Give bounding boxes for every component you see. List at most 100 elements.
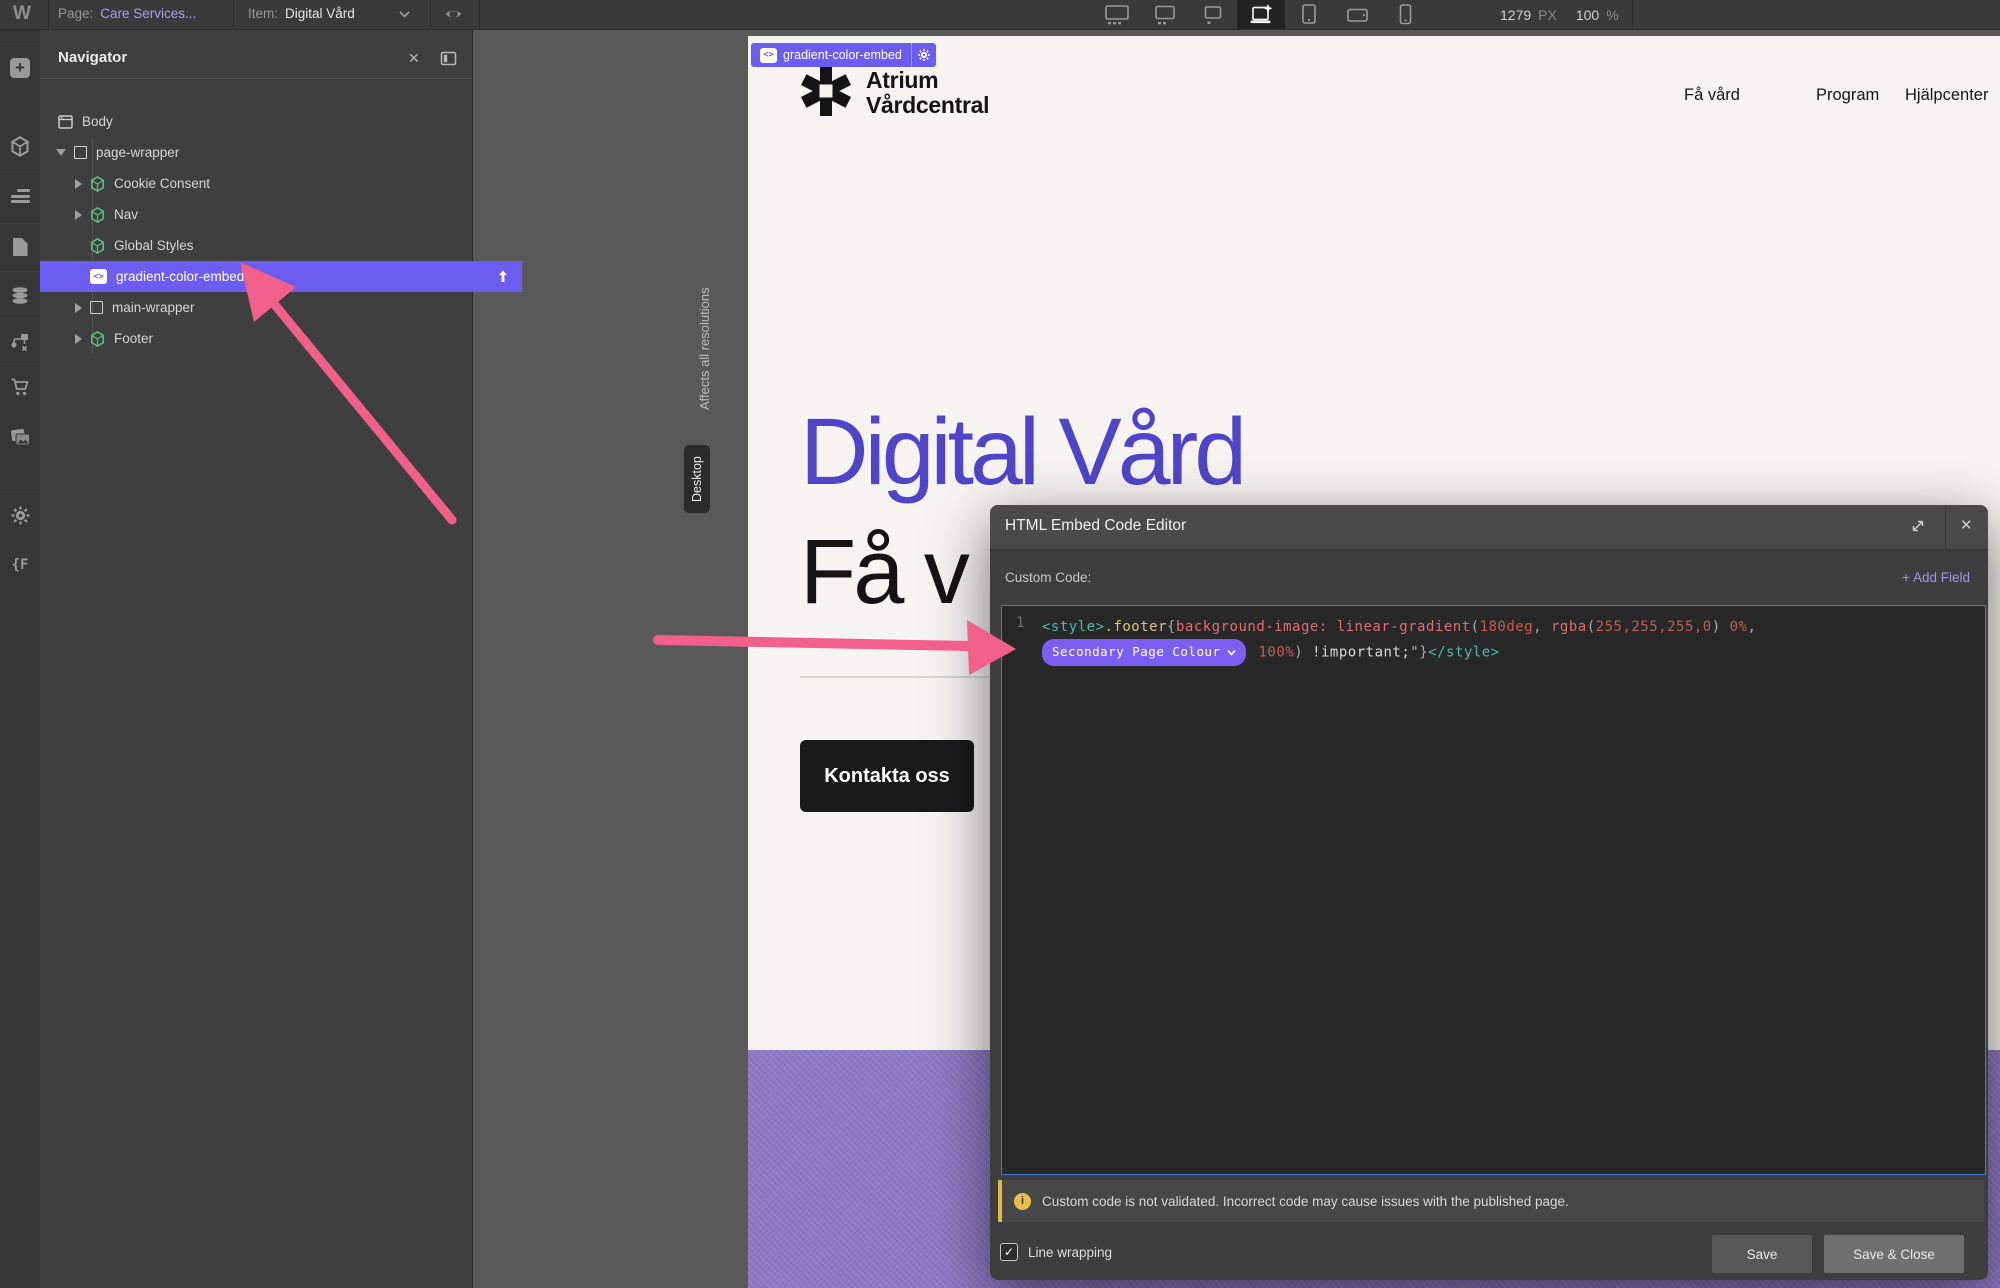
site-logo-line2: Vårdcentral — [866, 93, 989, 118]
code-editor[interactable]: 1 <style>.footer{background-image: linea… — [1001, 605, 1986, 1175]
tree-row-nav[interactable]: Nav — [40, 199, 507, 230]
caret-right-icon[interactable] — [75, 210, 82, 220]
cms-icon[interactable] — [0, 271, 40, 318]
body-icon — [58, 115, 73, 129]
atrium-logo-icon — [799, 64, 853, 118]
dock-panel-icon[interactable] — [440, 51, 457, 66]
webflow-logo[interactable]: W — [13, 3, 31, 25]
laptop-default-icon[interactable] — [1237, 0, 1285, 29]
assets-icon[interactable] — [0, 413, 40, 460]
page-label: Page: — [58, 6, 93, 21]
modal-title: HTML Embed Code Editor — [1005, 517, 1186, 535]
tree-row-label: gradient-color-embed — [116, 269, 244, 284]
site-logo-line1: Atrium — [866, 68, 989, 93]
line-number: 1 — [1016, 615, 1025, 631]
breakpoint-desktop-badge[interactable]: Desktop — [684, 445, 710, 513]
tree-row-footer[interactable]: Footer — [40, 323, 507, 354]
page-selector[interactable]: Page: Care Services... — [58, 6, 196, 21]
selected-element-badge[interactable]: <> gradient-color-embed — [751, 43, 936, 67]
phone-landscape-icon[interactable] — [1333, 0, 1381, 29]
caret-right-icon[interactable] — [75, 303, 82, 313]
component-icon — [90, 238, 105, 254]
nav-link-hjalpcenter[interactable]: Hjälpcenter — [1905, 86, 1988, 105]
tree-row-body[interactable]: Body — [40, 106, 490, 137]
site-logo-text[interactable]: Atrium Vårdcentral — [866, 68, 989, 118]
tree-row-main-wrapper[interactable]: main-wrapper — [40, 292, 507, 323]
tree-row-label: Global Styles — [114, 238, 194, 253]
canvas-width-unit: PX — [1538, 7, 1557, 23]
navigator-panel: Navigator ✕ Body page-wrapper Cookie Con… — [40, 29, 473, 1288]
tree-row-global-styles[interactable]: Global Styles — [40, 230, 514, 261]
settings-icon[interactable] — [0, 491, 40, 538]
code-line-2-rest: 100%) !important;"}</style> — [1250, 645, 1500, 661]
element-settings-gear-icon[interactable] — [912, 48, 936, 62]
caret-right-icon[interactable] — [75, 334, 82, 344]
code-line-1: <style>.footer{background-image: linear-… — [1042, 615, 1975, 639]
apps-icon[interactable]: {F — [0, 541, 40, 588]
tree-row-label: Cookie Consent — [114, 176, 210, 191]
warning-text: Custom code is not validated. Incorrect … — [1042, 1194, 1569, 1209]
expand-modal-icon[interactable] — [1910, 518, 1926, 534]
item-label: Item: — [248, 6, 278, 21]
collapse-all-icon[interactable]: ✕ — [408, 50, 420, 67]
tree-row-label: Footer — [114, 331, 153, 346]
kontakta-oss-button[interactable]: Kontakta oss — [800, 740, 974, 812]
variable-pill[interactable]: Secondary Page Colour — [1042, 639, 1246, 666]
phone-portrait-icon[interactable] — [1381, 0, 1429, 29]
hero-divider-line — [800, 676, 992, 678]
component-icon — [90, 176, 105, 192]
zoom-unit: % — [1606, 7, 1618, 23]
code-line-2: Secondary Page Colour 100%) !important;"… — [1042, 639, 1975, 666]
variable-pill-label: Secondary Page Colour — [1052, 640, 1221, 664]
tree-row-label: Body — [82, 114, 113, 129]
chevron-down-icon[interactable] — [399, 10, 410, 18]
add-field-link[interactable]: + Add Field — [1902, 570, 1970, 585]
save-button[interactable]: Save — [1712, 1235, 1812, 1273]
tree-row-label: page-wrapper — [96, 145, 179, 160]
left-toolbar: + {F — [0, 29, 41, 1288]
tablet-icon[interactable] — [1285, 0, 1333, 29]
warning-bar: i Custom code is not validated. Incorrec… — [998, 1180, 1984, 1222]
caret-down-icon[interactable] — [56, 149, 66, 156]
component-icon — [90, 331, 105, 347]
nav-link-program[interactable]: Program — [1816, 86, 1879, 105]
close-icon[interactable]: ✕ — [1960, 516, 1973, 534]
item-selector[interactable]: Item: Digital Vård — [248, 6, 355, 21]
code-embed-icon: <> — [760, 48, 777, 63]
breakpoint-bar — [1093, 0, 1429, 29]
hero-heading-primary: Digital Vård — [800, 398, 1243, 507]
caret-right-icon[interactable] — [75, 179, 82, 189]
info-icon: i — [1014, 1193, 1031, 1210]
nav-link-fa-vard[interactable]: Få vård — [1684, 86, 1740, 105]
tree-row-gradient-color-embed-selected[interactable]: <> gradient-color-embed — [40, 261, 522, 292]
save-close-button[interactable]: Save & Close — [1824, 1235, 1964, 1273]
divider — [233, 0, 234, 29]
line-wrapping-checkbox[interactable]: ✓ — [1000, 1243, 1018, 1261]
add-elements-icon[interactable]: + — [0, 44, 40, 91]
preview-eye-icon[interactable] — [443, 5, 464, 23]
chevron-down-icon — [1227, 649, 1236, 656]
code-content[interactable]: <style>.footer{background-image: linear-… — [1042, 615, 1975, 666]
canvas-dimensions[interactable]: 1279 PX 100 % — [1500, 7, 1619, 23]
layers-icon[interactable] — [0, 172, 40, 219]
top-bar: W Page: Care Services... Item: Digital V… — [0, 0, 2000, 30]
element-badge-label: gradient-color-embed — [783, 48, 902, 62]
tree-row-label: main-wrapper — [112, 300, 195, 315]
desktop-xl-icon[interactable] — [1141, 0, 1189, 29]
ecommerce-icon[interactable] — [0, 363, 40, 410]
navigator-header: Navigator ✕ — [40, 42, 472, 79]
divider — [1945, 505, 1946, 549]
div-block-icon — [74, 146, 87, 159]
webflow-designer: W Page: Care Services... Item: Digital V… — [0, 0, 2000, 1288]
pages-icon[interactable] — [0, 223, 40, 270]
modal-header[interactable]: HTML Embed Code Editor ✕ — [990, 505, 1988, 550]
tree-row-cookie-consent[interactable]: Cookie Consent — [40, 168, 507, 199]
components-icon[interactable] — [0, 122, 40, 169]
desktop-xxl-icon[interactable] — [1093, 0, 1141, 29]
logic-icon[interactable] — [0, 318, 40, 365]
divider — [1632, 0, 1633, 29]
desktop-large-icon[interactable] — [1189, 0, 1237, 29]
html-embed-code-editor-modal: HTML Embed Code Editor ✕ Custom Code: + … — [990, 505, 1988, 1280]
line-wrapping-control[interactable]: ✓ Line wrapping — [1000, 1243, 1112, 1261]
tree-row-page-wrapper[interactable]: page-wrapper — [40, 137, 488, 168]
